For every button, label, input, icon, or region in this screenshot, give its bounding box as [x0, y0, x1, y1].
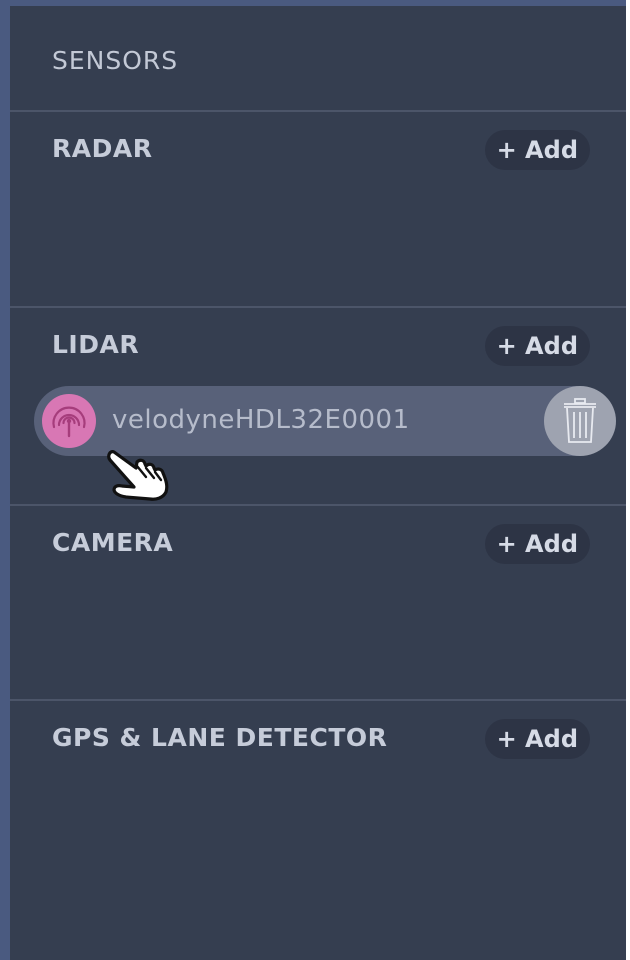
add-radar-button[interactable]: + Add: [484, 130, 590, 170]
section-title-lidar: LIDAR: [52, 330, 140, 359]
sensor-item-label: velodyneHDL32E0001: [112, 405, 410, 435]
section-title-camera: CAMERA: [52, 528, 174, 557]
section-camera: CAMERA + Add: [10, 504, 626, 701]
trash-icon: [564, 398, 596, 443]
sensors-panel: SENSORS RADAR + Add LIDAR + Add velodyne: [0, 0, 626, 960]
section-title-gps-lane-detector: GPS & LANE DETECTOR: [52, 723, 388, 752]
section-radar: RADAR + Add: [10, 110, 626, 308]
delete-sensor-button[interactable]: [544, 386, 616, 456]
signal-tower-glyph: [52, 406, 86, 438]
add-lidar-button[interactable]: + Add: [484, 326, 590, 366]
add-camera-button[interactable]: + Add: [484, 524, 590, 564]
section-lidar: LIDAR + Add velodyneHDL32E0001: [10, 306, 626, 506]
signal-tower-icon: [42, 394, 96, 448]
pointer-hand-icon: [107, 450, 169, 501]
section-gps-lane-detector: GPS & LANE DETECTOR + Add: [10, 699, 626, 960]
add-gps-lane-detector-button[interactable]: + Add: [484, 719, 590, 759]
panel-title: SENSORS: [52, 46, 179, 75]
section-title-radar: RADAR: [52, 134, 153, 163]
